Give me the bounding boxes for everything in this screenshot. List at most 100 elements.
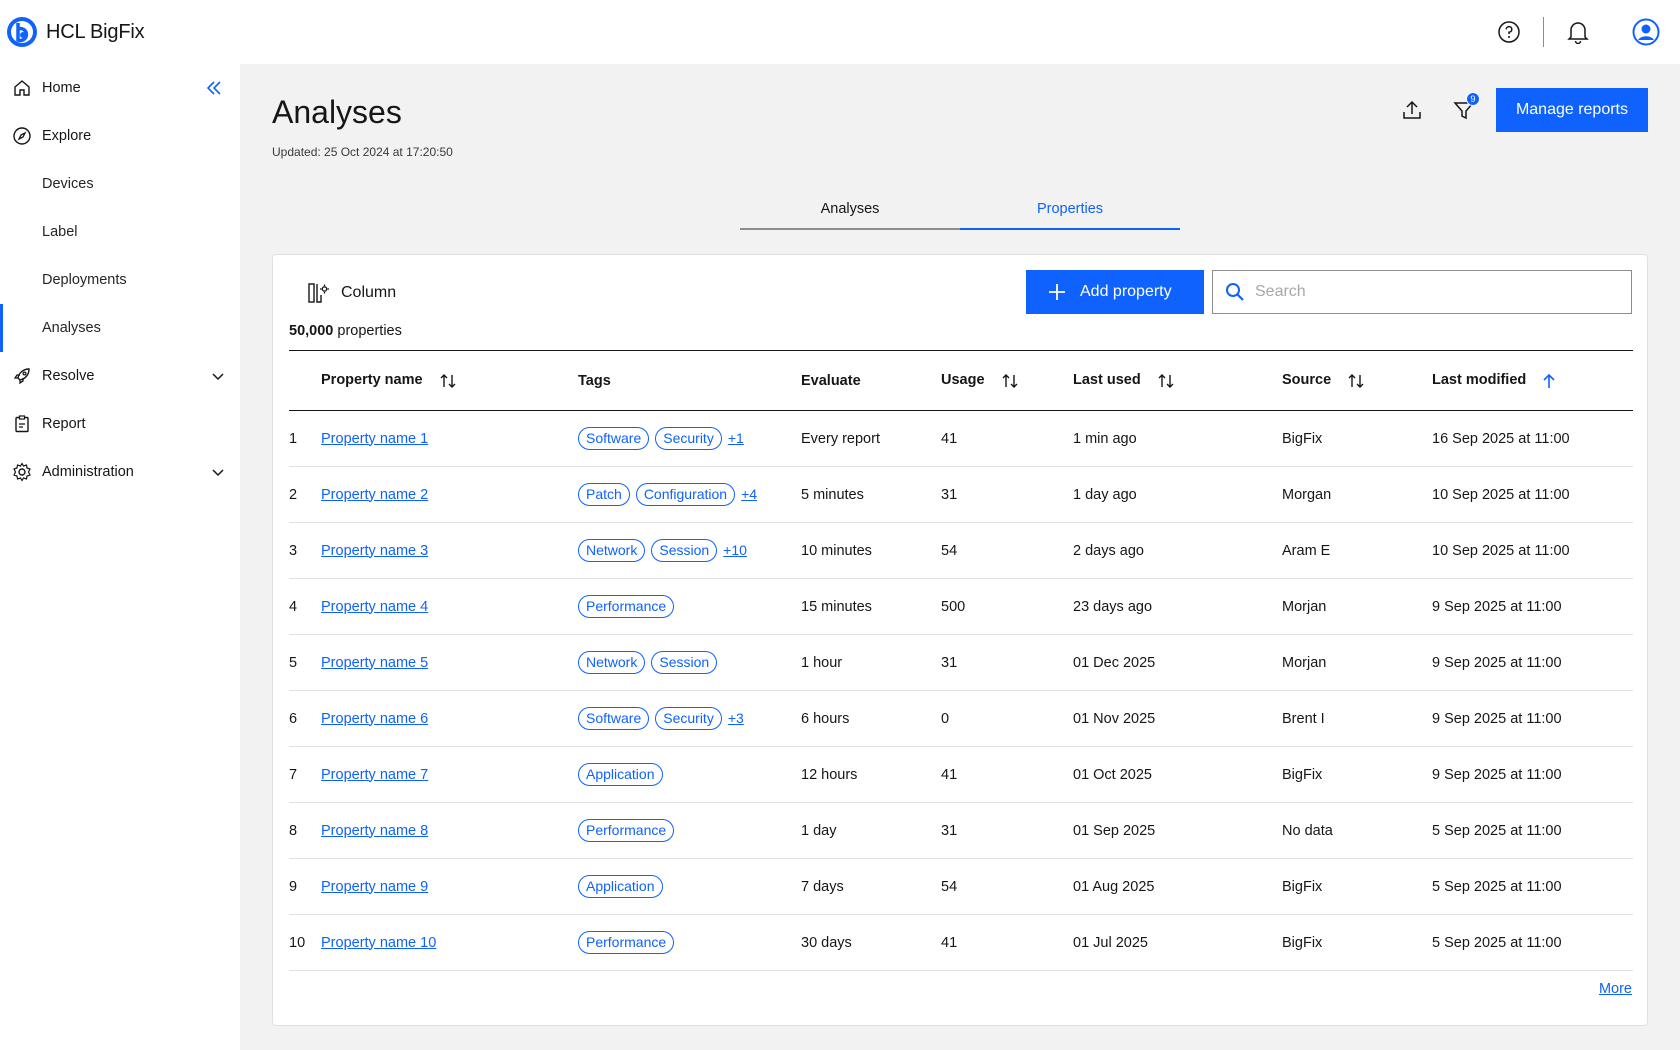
property-name-link[interactable]: Property name 3 [321,543,428,559]
chevron-down-icon [212,469,224,477]
collapse-sidebar-button[interactable] [200,74,228,102]
source-cell: Brent I [1282,710,1325,727]
notification-bell-icon[interactable] [1544,0,1612,64]
tab-properties[interactable]: Properties [960,190,1180,230]
property-name-link[interactable]: Property name 9 [321,879,428,895]
last-modified-cell: 5 Sep 2025 at 11:00 [1432,822,1562,839]
table-row: 10 Property name 10 Performance 30 days … [289,915,1633,971]
export-icon[interactable] [1386,88,1438,132]
user-avatar-icon[interactable] [1612,0,1680,64]
sort-icon [1348,373,1364,388]
sort-icon [1002,373,1018,388]
more-tags-link[interactable]: +1 [728,430,744,446]
property-name-link[interactable]: Property name 4 [321,599,428,615]
last-used-cell: 23 days ago [1073,598,1153,615]
chevron-down-icon [212,373,224,381]
property-name-link[interactable]: Property name 5 [321,655,428,671]
evaluate-cell: 6 hours [801,710,850,727]
page-title: Analyses [272,94,402,130]
column-header-label: Usage [941,372,985,389]
tags-cell: Application [578,859,801,915]
sort-ascending-icon [1543,373,1555,388]
row-number: 10 [289,934,306,951]
source-cell: Morjan [1282,654,1327,671]
sidebar-item-devices[interactable]: Devices [0,160,240,208]
property-name-link[interactable]: Property name 2 [321,487,428,503]
tag-chip: Software [578,427,650,450]
usage-cell: 31 [941,822,958,839]
sidebar-item-report[interactable]: Report [0,400,240,448]
property-name-cell: Property name 7 [321,747,578,803]
table-row: 1 Property name 1 Software Security +1 Eve… [289,411,1633,467]
brand[interactable]: HCL BigFix [6,16,145,48]
evaluate-cell: Every report [801,430,880,447]
bigfix-logo-icon [7,17,37,47]
sidebar-item-home[interactable]: Home [0,64,240,112]
tab-analyses[interactable]: Analyses [740,190,960,230]
help-icon[interactable] [1475,0,1543,64]
sidebar-item-analyses[interactable]: Analyses [0,304,240,352]
column-settings-button[interactable]: Column [307,281,396,305]
add-property-label: Add property [1080,283,1172,300]
source-cell: Morjan [1282,598,1327,615]
row-number: 2 [289,486,298,503]
result-count-suffix: properties [337,323,402,339]
column-header-property-name[interactable]: Property name [321,351,578,411]
sidebar-item-label-page[interactable]: Label [0,208,240,256]
sidebar-item-resolve[interactable]: Resolve [0,352,240,400]
column-header-label: Evaluate [801,372,861,389]
rocket-icon [13,368,30,385]
top-actions [1475,0,1680,64]
property-name-link[interactable]: Property name 7 [321,767,428,783]
tags-cell: Performance [578,803,801,859]
tags-cell: Network Session +10 [578,523,801,579]
column-header-last-used[interactable]: Last used [1073,351,1282,411]
row-number: 4 [289,598,298,615]
property-name-link[interactable]: Property name 6 [321,711,428,727]
more-link[interactable]: More [1599,981,1632,997]
last-modified-cell: 9 Sep 2025 at 11:00 [1432,766,1562,783]
tags-cell: Patch Configuration +4 [578,467,801,523]
more-tags-link[interactable]: +4 [741,486,757,502]
row-number: 9 [289,878,298,895]
sidebar-item-explore[interactable]: Explore [0,112,240,160]
evaluate-cell: 30 days [801,934,852,951]
column-header-label: Last modified [1432,372,1527,389]
usage-cell: 41 [941,766,958,783]
sidebar-item-label: Report [42,416,86,432]
usage-cell: 31 [941,654,958,671]
property-name-cell: Property name 5 [321,635,578,691]
sidebar-item-administration[interactable]: Administration [0,448,240,496]
column-header-label: Tags [578,372,611,389]
column-header-last-modified[interactable]: Last modified [1432,351,1633,411]
tag-chip: Performance [578,931,675,954]
manage-reports-button[interactable]: Manage reports [1495,88,1648,132]
more-tags-link[interactable]: +10 [723,542,747,558]
source-cell: No data [1282,822,1333,839]
filter-count-badge: 9 [1465,92,1480,106]
column-settings-icon [308,283,329,303]
filter-button[interactable]: 9 [1438,88,1490,132]
last-used-cell: 2 days ago [1073,542,1144,559]
plus-icon [1049,284,1065,300]
add-property-button[interactable]: Add property [1026,270,1204,314]
header-actions: 9 Manage reports [1386,88,1648,132]
tags-cell: Network Session [578,635,801,691]
search-input[interactable] [1255,283,1625,301]
tag-chip: Configuration [635,483,736,506]
property-name-cell: Property name 10 [321,915,578,971]
sidebar-item-deployments[interactable]: Deployments [0,256,240,304]
column-header-source[interactable]: Source [1282,351,1432,411]
tag-chip: Session [651,651,718,674]
property-name-link[interactable]: Property name 10 [321,935,436,951]
property-name-link[interactable]: Property name 8 [321,823,428,839]
more-tags-link[interactable]: +3 [728,710,744,726]
column-header-tags: Tags [578,351,801,411]
property-name-link[interactable]: Property name 1 [321,431,428,447]
last-used-cell: 01 Oct 2025 [1073,766,1152,783]
source-cell: Aram E [1282,542,1331,559]
property-name-cell: Property name 8 [321,803,578,859]
sidebar-item-label: Explore [42,128,92,144]
column-header-usage[interactable]: Usage [941,351,1073,411]
tag-chip: Performance [578,819,675,842]
